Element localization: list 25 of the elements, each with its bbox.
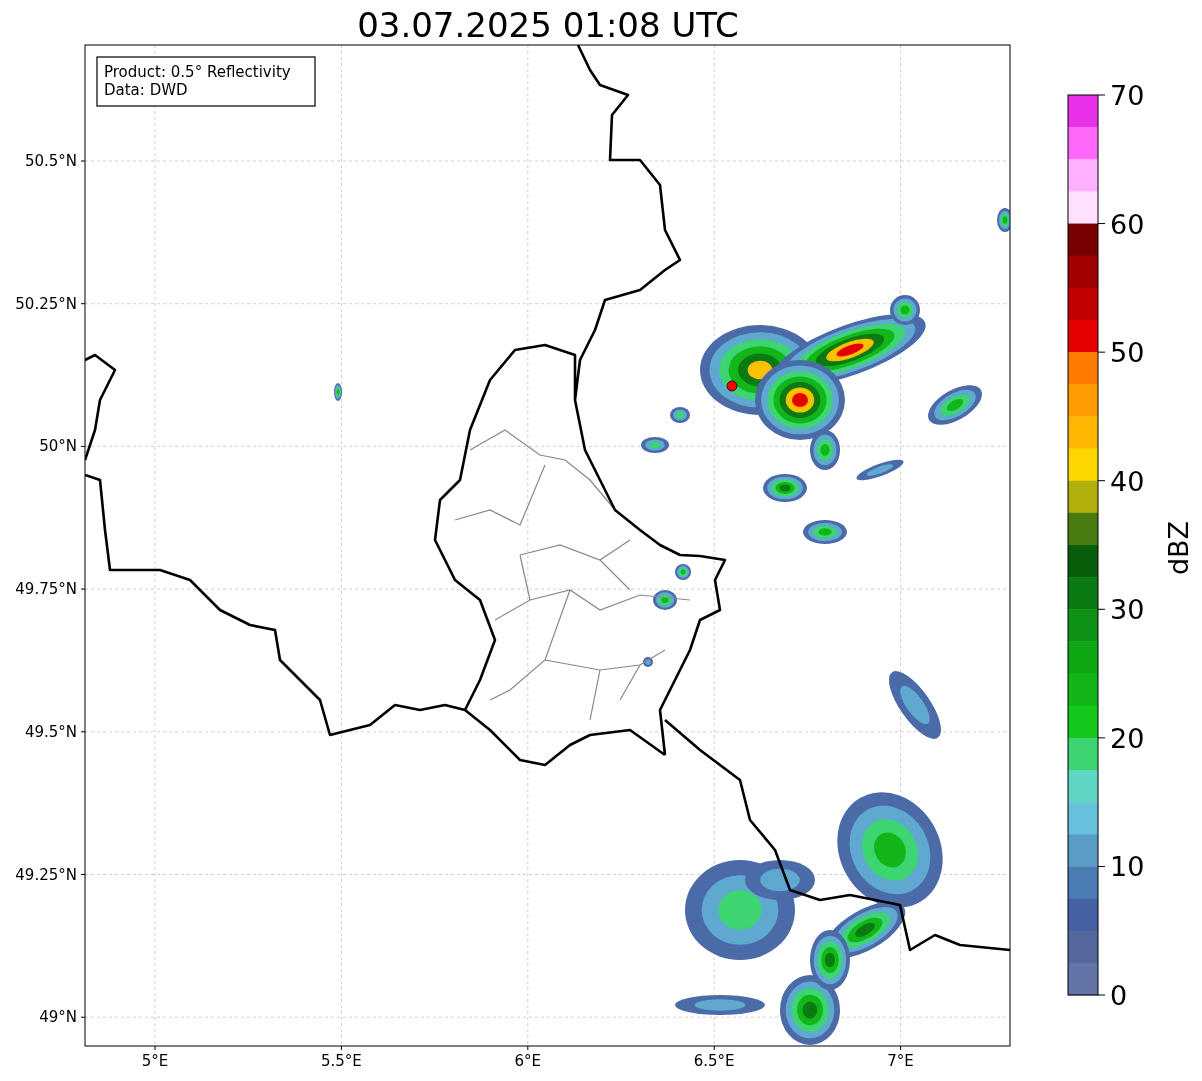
legend-text: Product: 0.5° Reflectivity xyxy=(104,63,291,81)
chart-title: 03.07.2025 01:08 UTC xyxy=(357,5,739,45)
longitude-label: 5.5°E xyxy=(321,1052,362,1070)
latitude-label: 50°N xyxy=(39,437,77,456)
latitude-label: 49.75°N xyxy=(15,580,77,599)
latitude-label: 49°N xyxy=(39,1008,77,1027)
latitude-label: 49.5°N xyxy=(24,722,77,741)
longitude-label: 5°E xyxy=(141,1052,169,1070)
colorbar-tick-label: 40 xyxy=(1110,465,1145,497)
longitude-label: 6.5°E xyxy=(693,1052,735,1070)
colorbar-tick-label: 50 xyxy=(1110,337,1145,369)
colorbar-tick-label: 30 xyxy=(1110,594,1145,626)
longitude-label: 6°E xyxy=(514,1052,542,1070)
latitude-label: 50.5°N xyxy=(24,152,77,170)
colorbar-tick-label: 10 xyxy=(1110,851,1145,883)
latitude-label: 49.25°N xyxy=(15,865,77,884)
latitude-label: 50.25°N xyxy=(15,294,77,313)
legend-text: Data: DWD xyxy=(104,81,188,99)
colorbar-tick-label: 20 xyxy=(1110,722,1145,754)
colorbar-label: dBZ xyxy=(1163,520,1194,576)
colorbar-tick-label: 0 xyxy=(1110,980,1128,1011)
longitude-label: 7°E xyxy=(887,1052,914,1070)
colorbar-tick-label: 60 xyxy=(1110,208,1145,240)
radar-site-marker xyxy=(726,380,738,392)
colorbar-tick-label: 70 xyxy=(1110,80,1145,111)
